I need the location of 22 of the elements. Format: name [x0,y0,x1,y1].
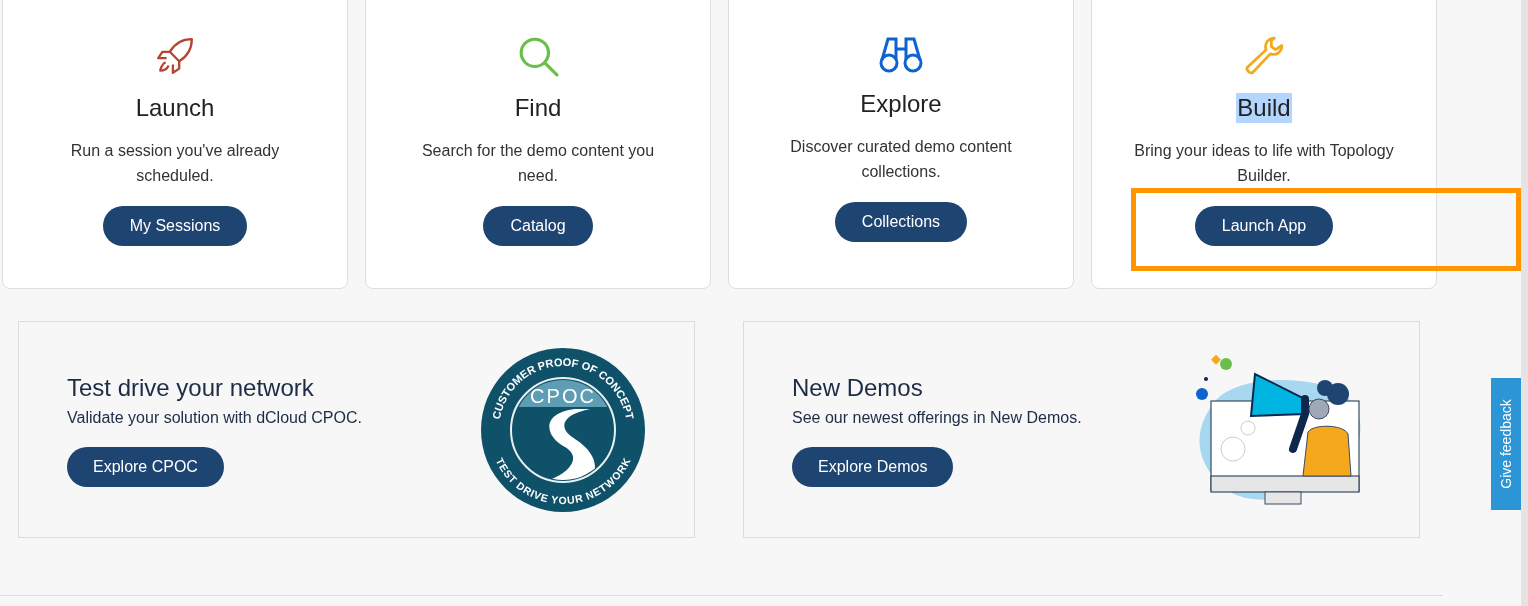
promo-button[interactable]: Explore Demos [792,446,954,487]
promo-description: Validate your solution with dCloud CPOC. [67,408,362,427]
card-description: Run a session you've already scheduled. [69,141,281,186]
card-button[interactable]: Collections [834,202,968,242]
card-button[interactable]: Catalog [483,206,593,246]
card-title: Build [1236,93,1292,123]
card-button[interactable]: Launch App [1194,206,1334,246]
card-button[interactable]: My Sessions [102,206,248,246]
promo-button[interactable]: Explore CPOC [67,446,224,487]
search-icon [517,35,559,77]
rocket-icon [154,35,196,77]
card-description: Bring your ideas to life with Topology Builder. [1133,141,1395,186]
card-description: Search for the demo content you need. [420,141,656,186]
promo-title: New Demos [792,372,923,403]
card-title: Launch [134,93,216,123]
wrench-icon [1243,35,1285,77]
card-title: Find [513,93,563,123]
promo-title: Test drive your network [67,372,314,403]
card-title: Explore [859,89,943,119]
card-description: Discover curated demo content collections. [789,137,1013,182]
promo-description: See our newest offerings in New Demos. [792,408,1082,427]
binoculars-icon [878,35,924,73]
